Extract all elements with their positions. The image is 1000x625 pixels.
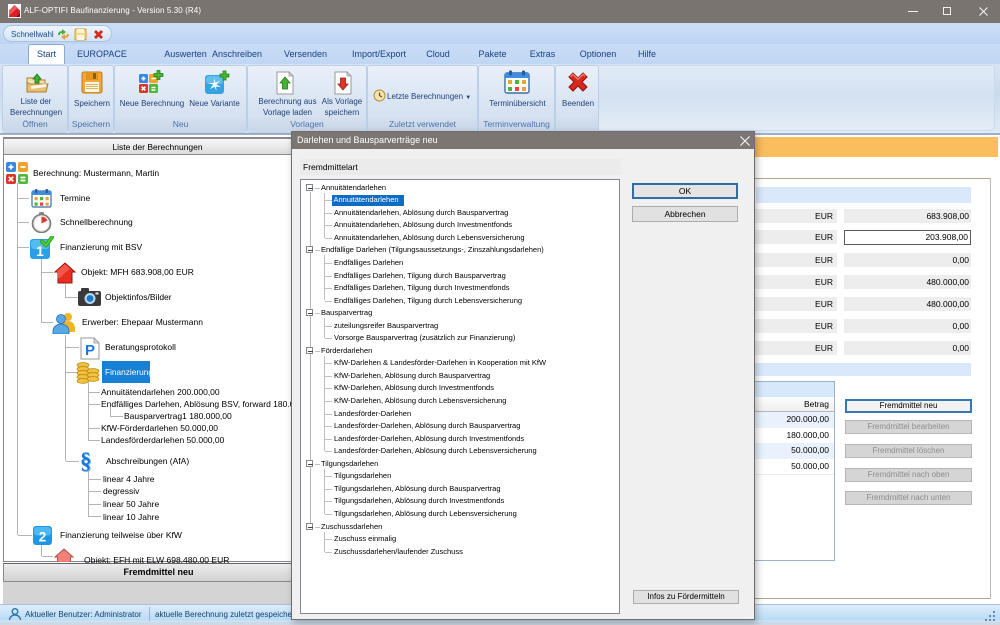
svg-text:1: 1	[36, 243, 44, 259]
svg-text:2: 2	[39, 530, 47, 545]
svg-text:P: P	[85, 342, 95, 359]
